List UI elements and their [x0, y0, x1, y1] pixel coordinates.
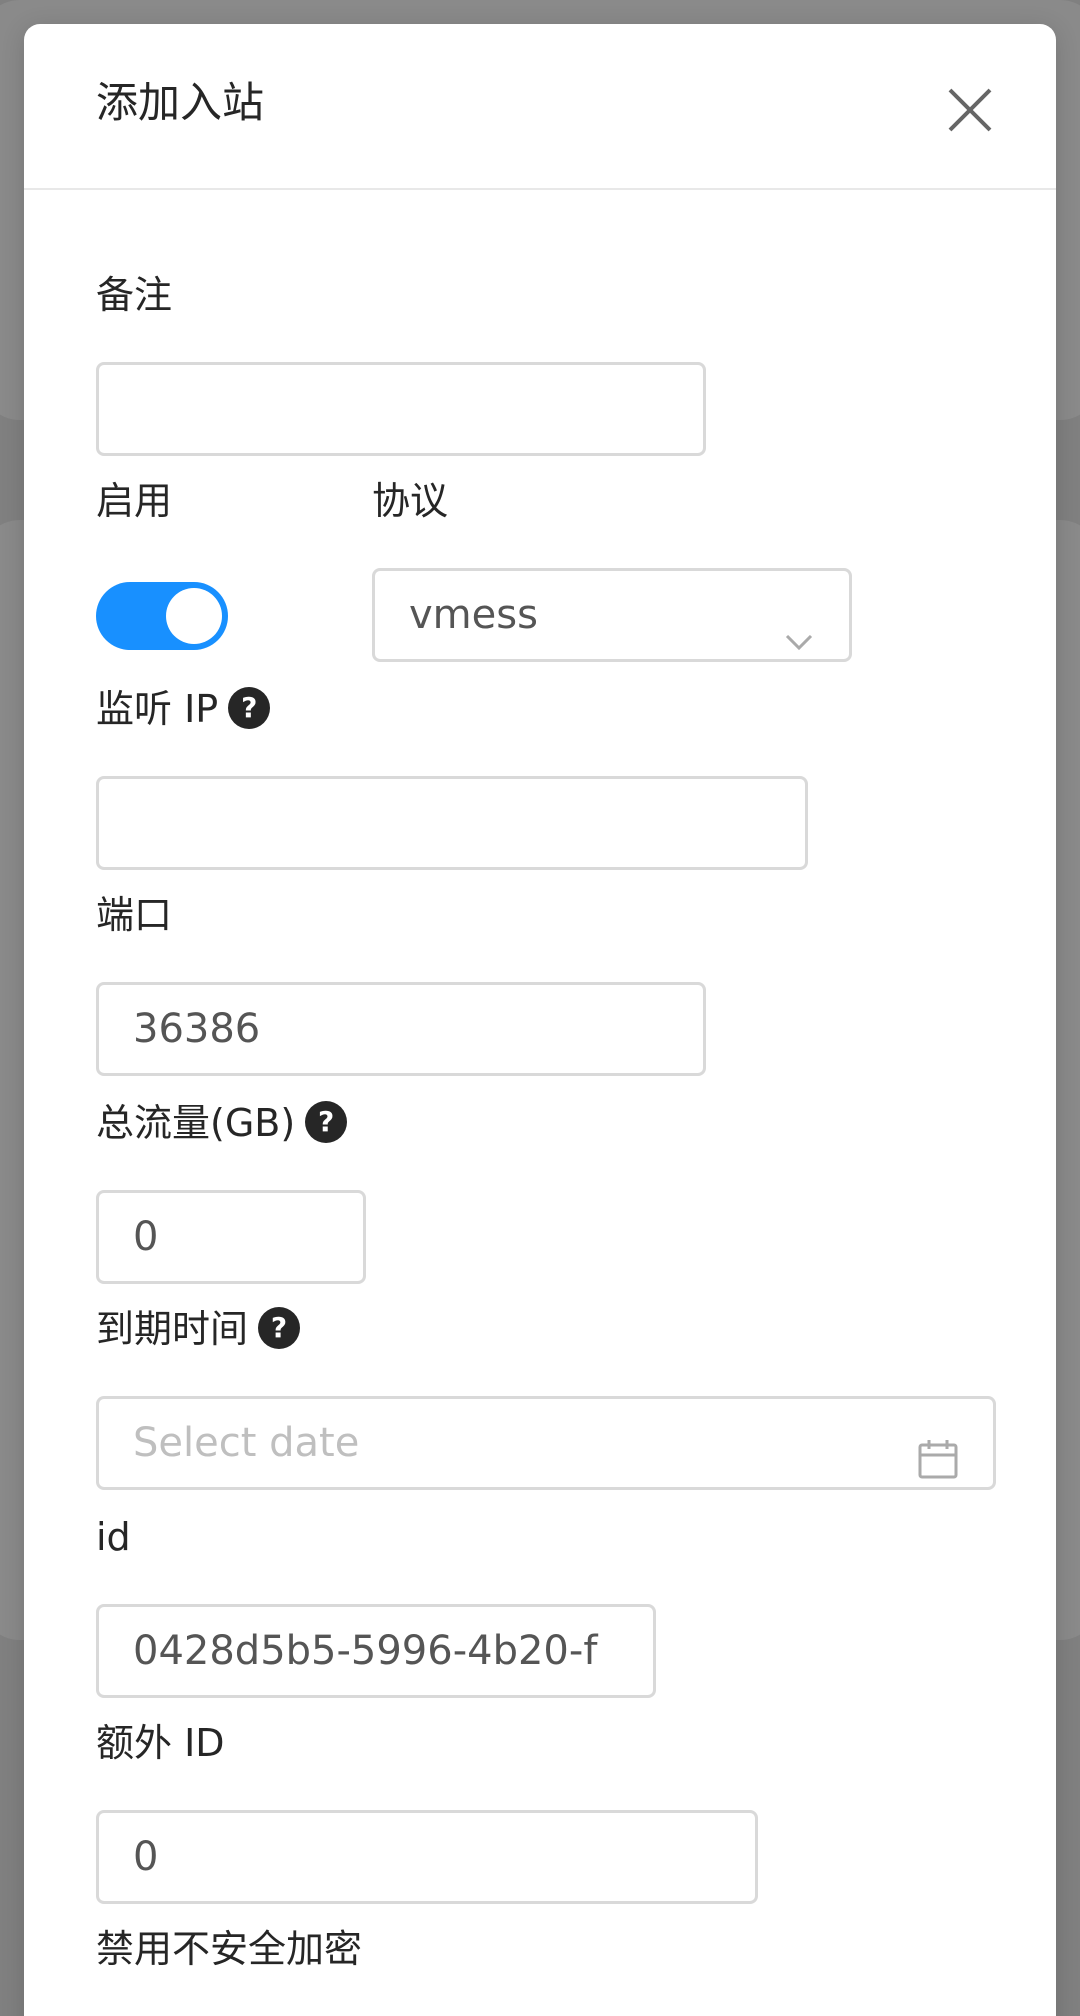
disable-insecure-label: 禁用不安全加密 — [96, 1927, 363, 1971]
alter-id-input[interactable]: 0 — [96, 1810, 758, 1904]
protocol-label: 协议 — [372, 479, 449, 523]
calendar-icon — [917, 1423, 959, 1479]
total-traffic-label-text: 总流量(GB) — [96, 1101, 296, 1145]
chevron-down-icon — [783, 601, 815, 651]
total-traffic-input[interactable]: 0 — [96, 1190, 366, 1284]
help-icon[interactable]: ? — [228, 686, 271, 729]
add-inbound-modal: 添加入站 备注 启用 协议 vmess 监听 IP? 端口 36386 总流量(… — [24, 24, 1056, 2016]
modal-title: 添加入站 — [96, 78, 265, 127]
expiry-label: 到期时间? — [96, 1306, 301, 1353]
port-input[interactable]: 36386 — [96, 982, 706, 1076]
protocol-value: vmess — [409, 592, 538, 638]
id-label: id — [96, 1515, 131, 1559]
listen-ip-label-text: 监听 IP — [96, 687, 219, 731]
help-icon[interactable]: ? — [305, 1100, 348, 1143]
toggle-knob — [166, 588, 222, 644]
help-icon[interactable]: ? — [258, 1306, 301, 1349]
expiry-date-picker[interactable]: Select date — [96, 1396, 996, 1490]
port-label: 端口 — [96, 893, 173, 937]
id-input[interactable]: 0428d5b5-5996-4b20-f — [96, 1604, 656, 1698]
close-icon[interactable] — [944, 84, 996, 136]
remark-label: 备注 — [96, 273, 173, 317]
total-traffic-label: 总流量(GB)? — [96, 1100, 348, 1147]
alter-id-label: 额外 ID — [96, 1721, 225, 1765]
modal-header: 添加入站 — [24, 24, 1056, 190]
enable-toggle[interactable] — [96, 582, 228, 650]
listen-ip-input[interactable] — [96, 776, 808, 870]
expiry-label-text: 到期时间 — [96, 1307, 249, 1351]
enable-label: 启用 — [96, 479, 173, 523]
listen-ip-label: 监听 IP? — [96, 686, 271, 733]
expiry-placeholder: Select date — [133, 1420, 360, 1466]
remark-input[interactable] — [96, 362, 706, 456]
protocol-select[interactable]: vmess — [372, 568, 852, 662]
